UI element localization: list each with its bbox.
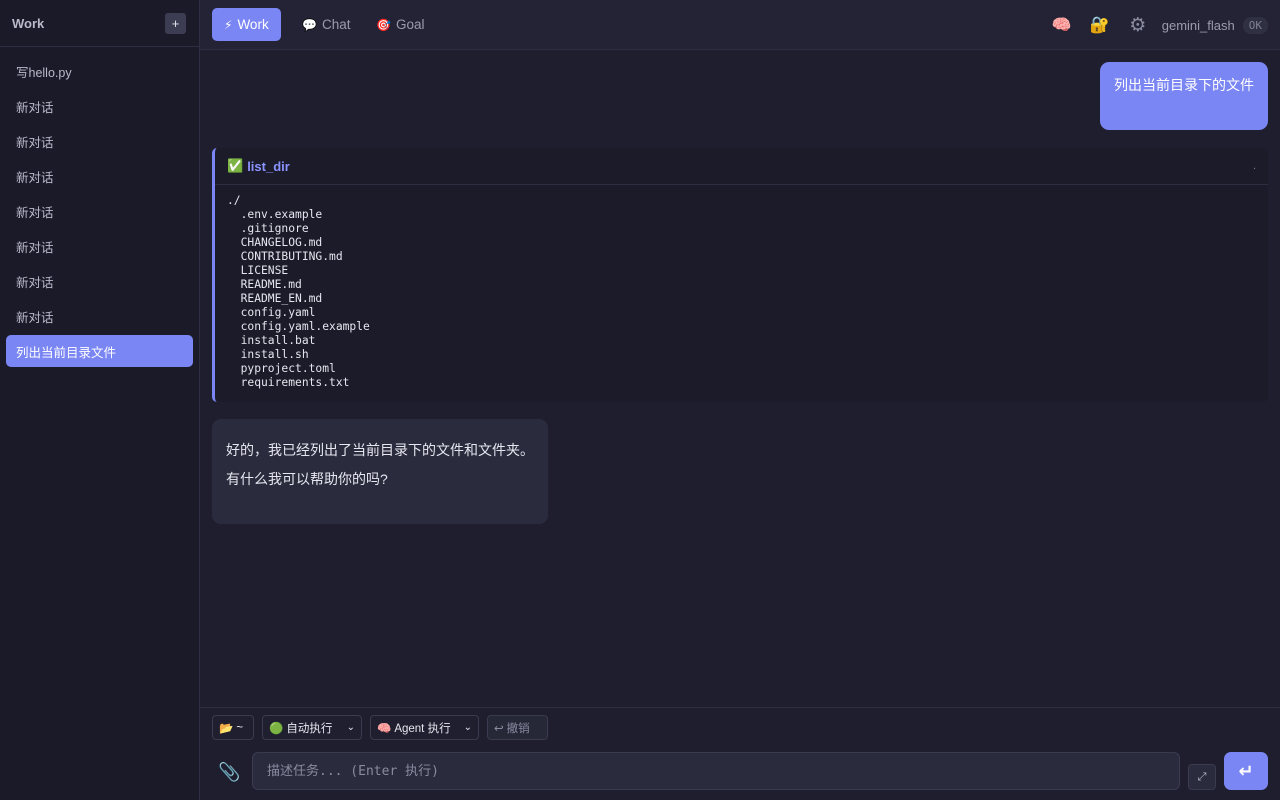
assistant-line: 有什么我可以帮助你的吗?	[226, 471, 388, 487]
new-conversation-button[interactable]: +	[165, 12, 186, 34]
task-input[interactable]	[252, 752, 1180, 790]
tool-result-header[interactable]: ✅ list_dir .	[215, 148, 1268, 185]
send-button[interactable]: ↵	[1224, 752, 1268, 790]
brain-icon: 🧠	[377, 722, 392, 735]
working-dir-button[interactable]: 📂 ~	[212, 715, 254, 740]
status-badge: OK	[1242, 16, 1268, 34]
conversation-item[interactable]: 新对话	[6, 160, 193, 192]
working-dir-label: ~	[236, 721, 244, 734]
conversation-list: 写hello.py 新对话 新对话 新对话 新对话 新对话 新对话 新对话 列出…	[0, 47, 199, 367]
assistant-line: 好的，我已经列出了当前目录下的文件和文件夹。	[226, 442, 534, 458]
folder-icon: 📂	[219, 722, 234, 735]
assistant-message: 好的，我已经列出了当前目录下的文件和文件夹。 有什么我可以帮助你的吗?	[212, 419, 548, 524]
exec-mode-select[interactable]: 🟢 自动执行 ⌄	[262, 715, 362, 740]
tab-chat[interactable]: 💬 Chat	[290, 8, 362, 41]
brain-icon[interactable]: 🧠	[1050, 15, 1074, 35]
gear-icon[interactable]: ⚙	[1126, 14, 1150, 37]
composer: 📂 ~ 🟢 自动执行 ⌄ 🧠 Agent 执行 ⌄ ↩ 撤销 📎 ⤢ ↵	[200, 707, 1280, 800]
sidebar: Work + 写hello.py 新对话 新对话 新对话 新对话 新对话 新对话…	[0, 0, 200, 800]
conversation-item[interactable]: 新对话	[6, 125, 193, 157]
user-message: 列出当前目录下的文件	[1100, 62, 1268, 130]
lightning-icon: ⚡	[224, 17, 233, 32]
return-icon: ↵	[1238, 760, 1254, 781]
top-right-controls: 🧠 🔐 ⚙ gemini_flash OK	[1050, 0, 1268, 50]
sidebar-title: Work	[12, 15, 45, 31]
tab-label: Chat	[321, 17, 351, 32]
undo-button[interactable]: ↩ 撤销	[487, 715, 548, 740]
conversation-item[interactable]: 新对话	[6, 90, 193, 122]
green-circle-icon: 🟢	[269, 722, 284, 735]
target-icon: 🎯	[376, 17, 391, 32]
tool-output: ./ .env.example .gitignore CHANGELOG.md …	[227, 194, 370, 389]
check-icon: ✅	[227, 158, 244, 173]
lock-key-icon[interactable]: 🔐	[1088, 15, 1112, 35]
expand-button[interactable]: ⤢	[1188, 764, 1216, 790]
tab-goal[interactable]: 🎯 Goal	[364, 8, 436, 41]
model-name: gemini_flash	[1161, 17, 1235, 33]
paperclip-icon[interactable]: 📎	[218, 762, 240, 783]
chevron-down-icon: ⌄	[346, 722, 355, 733]
agent-mode-select[interactable]: 🧠 Agent 执行 ⌄	[370, 715, 479, 740]
conversation-item-active[interactable]: 列出当前目录文件	[6, 335, 193, 367]
exec-mode-label: 自动执行	[286, 722, 333, 735]
tab-work[interactable]: ⚡ Work	[212, 8, 281, 41]
chevron-down-icon: ⌄	[463, 722, 472, 733]
conversation-item[interactable]: 新对话	[6, 195, 193, 227]
tool-name: list_dir	[247, 158, 290, 174]
conversation-item[interactable]: 新对话	[6, 230, 193, 262]
top-bar: ⚡ Work 💬 Chat 🎯 Goal 🧠 🔐 ⚙ gemini_flash …	[200, 0, 1280, 50]
undo-label: 撤销	[506, 722, 530, 735]
conversation-item[interactable]: 写hello.py	[6, 55, 193, 87]
speech-bubble-icon: 💬	[302, 17, 317, 32]
agent-mode-label: Agent 执行	[394, 722, 451, 735]
conversation-item[interactable]: 新对话	[6, 265, 193, 297]
tool-result-card: ✅ list_dir . ./ .env.example .gitignore …	[212, 148, 1268, 402]
conversation-item[interactable]: 新对话	[6, 300, 193, 332]
expand-icon: ⤢	[1197, 770, 1207, 783]
undo-icon: ↩	[494, 722, 504, 735]
tab-label: Work	[237, 17, 269, 32]
tool-status-marker: .	[1252, 160, 1256, 172]
tab-label: Goal	[395, 17, 425, 32]
sidebar-header: Work +	[0, 0, 199, 47]
